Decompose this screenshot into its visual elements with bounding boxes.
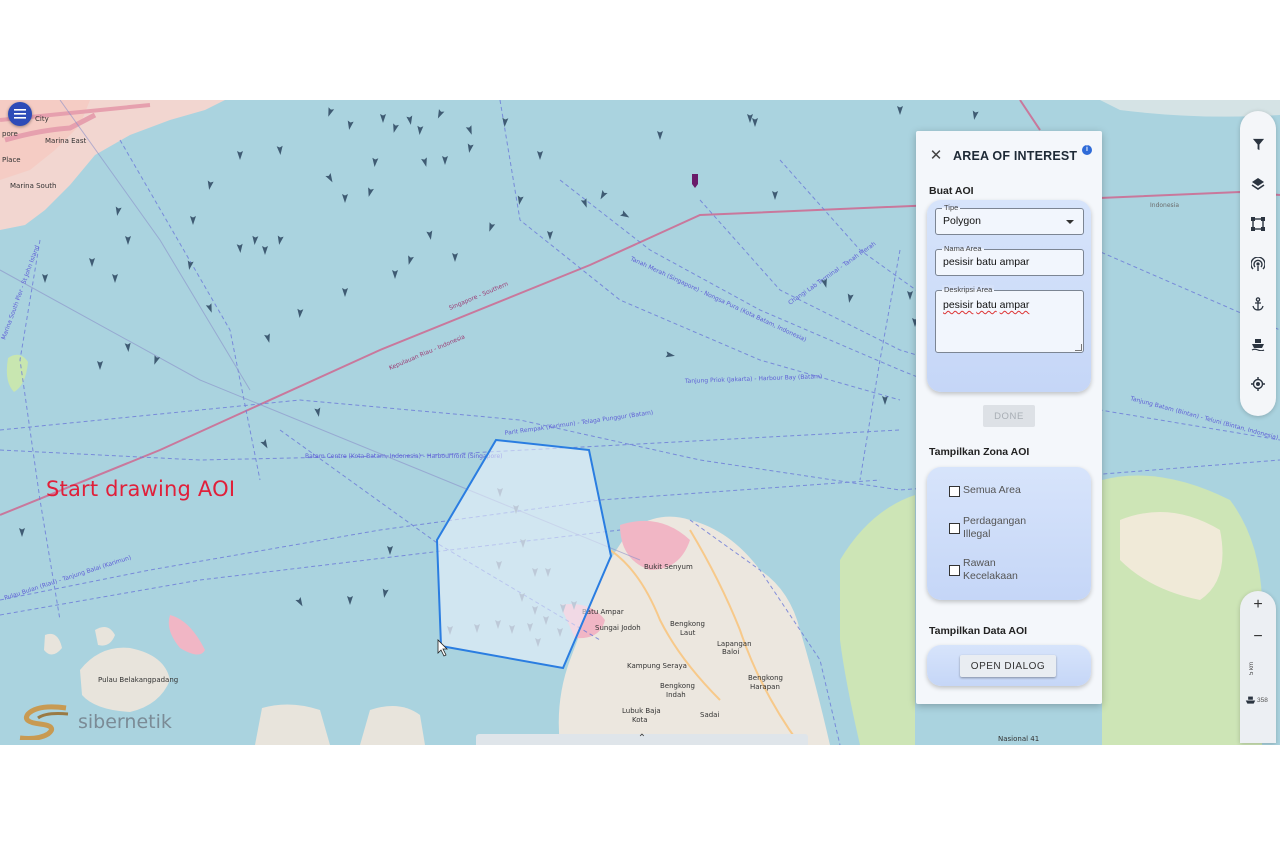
zone-checkbox-illegal-trade[interactable]: Perdagangan Illegal (949, 515, 1033, 541)
show-data-label: Tampilkan Data AOI (929, 625, 1028, 637)
svg-text:Bukit Senyum: Bukit Senyum (644, 563, 693, 571)
dropdown-arrow-icon (1066, 220, 1074, 224)
broadcast-icon[interactable] (1248, 254, 1268, 274)
info-icon[interactable]: i (1082, 145, 1092, 155)
map-toolbar (1240, 111, 1276, 416)
svg-text:Kampung Seraya: Kampung Seraya (627, 662, 687, 670)
type-select[interactable]: Tipe Polygon (935, 203, 1084, 235)
svg-text:Laut: Laut (680, 629, 696, 637)
menu-button[interactable] (8, 102, 32, 126)
aoi-panel: ✕ AREA OF INTEREST i Buat AOI Tipe Polyg… (916, 131, 1102, 704)
zoom-controls: + − 5 km 358 (1240, 591, 1276, 743)
scale-label: 5 km (1249, 662, 1255, 676)
filter-icon[interactable] (1248, 134, 1268, 154)
close-icon[interactable]: ✕ (928, 148, 944, 164)
svg-text:pore: pore (2, 130, 18, 138)
svg-text:Bengkong: Bengkong (660, 682, 695, 690)
zoom-out-button[interactable]: − (1240, 628, 1276, 646)
resize-handle-icon[interactable] (1075, 344, 1082, 351)
svg-text:Kota: Kota (632, 716, 648, 724)
svg-text:Bengkong: Bengkong (670, 620, 705, 628)
panel-title: AREA OF INTEREST (953, 149, 1078, 163)
ship-icon (1245, 696, 1256, 704)
logo-text: sibernetik (78, 711, 172, 733)
zone-label: Semua Area (963, 484, 1021, 496)
checkbox-icon[interactable] (949, 565, 960, 576)
show-zones-label: Tampilkan Zona AOI (929, 446, 1030, 458)
svg-text:Sungai Jodoh: Sungai Jodoh (595, 624, 641, 632)
locate-icon[interactable] (1248, 374, 1268, 394)
tutorial-caption: Start drawing AOI (46, 477, 236, 501)
open-dialog-button[interactable]: OPEN DIALOG (960, 655, 1056, 677)
svg-text:Lubuk Baja: Lubuk Baja (622, 707, 661, 715)
svg-text:Bengkong: Bengkong (748, 674, 783, 682)
zone-label: Rawan Kecelakaan (963, 557, 1018, 582)
svg-text:City: City (35, 115, 49, 123)
svg-text:Sadai: Sadai (700, 711, 719, 719)
svg-text:Lapangan: Lapangan (717, 640, 752, 648)
ship-icon[interactable] (1248, 334, 1268, 354)
create-aoi-label: Buat AOI (929, 185, 974, 197)
svg-text:Indonesia: Indonesia (1150, 202, 1179, 209)
vessel-count: 358 (1245, 695, 1268, 706)
type-value: Polygon (943, 215, 981, 227)
svg-text:Harapan: Harapan (750, 683, 780, 691)
zone-checkbox-accident-prone[interactable]: Rawan Kecelakaan (949, 557, 1033, 583)
area-name-legend: Nama Area (942, 244, 984, 253)
sibernetik-logo-mark (19, 704, 69, 740)
area-name-field[interactable]: Nama Area pesisir batu ampar (935, 244, 1084, 276)
layers-icon[interactable] (1248, 174, 1268, 194)
panel-header: ✕ AREA OF INTEREST (928, 145, 1093, 167)
svg-text:Place: Place (2, 156, 21, 164)
zone-label: Perdagangan Illegal (963, 515, 1027, 540)
svg-text:Nasional 41: Nasional 41 (998, 735, 1039, 743)
svg-text:Indah: Indah (666, 691, 686, 699)
svg-text:Batam Centre (Kota Batam, Indo: Batam Centre (Kota Batam, Indonesia) - H… (305, 453, 502, 460)
polygon-draw-icon[interactable] (1248, 214, 1268, 234)
zoom-in-button[interactable]: + (1240, 596, 1276, 614)
data-card: OPEN DIALOG (927, 645, 1091, 686)
area-description-value: pesisir batu ampar (943, 299, 1030, 311)
vessel-count-value: 358 (1257, 697, 1268, 704)
svg-text:Pulau Belakangpadang: Pulau Belakangpadang (98, 676, 178, 684)
svg-text:Marina South: Marina South (10, 182, 56, 190)
type-legend: Tipe (942, 203, 961, 212)
sibernetik-logo: sibernetik (18, 704, 172, 740)
zone-checkbox-all[interactable]: Semua Area (949, 484, 1021, 497)
create-aoi-card: Tipe Polygon Nama Area pesisir batu ampa… (927, 200, 1091, 392)
map-viewport[interactable]: Batam Centre (Kota Batam, Indonesia) - H… (0, 100, 1280, 745)
area-description-field[interactable]: Deskripsi Area pesisir batu ampar (935, 285, 1084, 353)
checkbox-icon[interactable] (949, 523, 960, 534)
hamburger-icon (14, 109, 26, 119)
svg-text:Marina East: Marina East (45, 137, 86, 145)
zones-card: Semua Area Perdagangan Illegal Rawan Kec… (927, 467, 1091, 600)
area-description-legend: Deskripsi Area (942, 285, 995, 294)
checkbox-icon[interactable] (949, 486, 960, 497)
area-name-value: pesisir batu ampar (943, 256, 1030, 268)
chevron-up-icon: ⌃ (637, 733, 647, 744)
svg-text:Baloi: Baloi (722, 648, 739, 656)
anchor-icon[interactable] (1248, 294, 1268, 314)
bottom-drawer-handle[interactable]: ⌃ (476, 734, 808, 745)
done-button[interactable]: DONE (983, 405, 1035, 427)
